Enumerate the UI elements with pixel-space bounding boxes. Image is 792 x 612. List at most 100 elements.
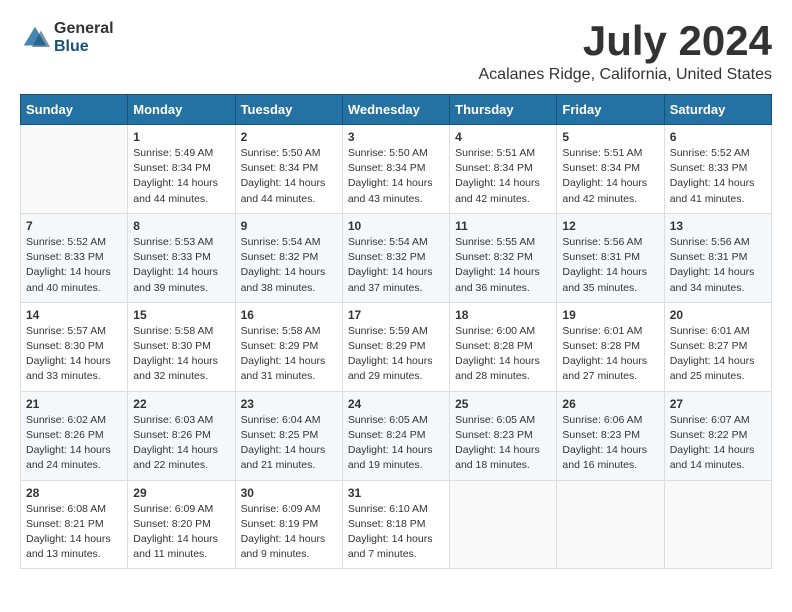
day-info: Sunrise: 5:52 AMSunset: 8:33 PMDaylight:… xyxy=(670,146,766,207)
calendar-cell: 1 Sunrise: 5:49 AMSunset: 8:34 PMDayligh… xyxy=(128,125,235,214)
day-number: 8 xyxy=(133,219,229,233)
calendar-table: SundayMondayTuesdayWednesdayThursdayFrid… xyxy=(20,94,772,569)
calendar-cell: 23 Sunrise: 6:04 AMSunset: 8:25 PMDaylig… xyxy=(235,391,342,480)
day-number: 22 xyxy=(133,397,229,411)
day-info: Sunrise: 6:10 AMSunset: 8:18 PMDaylight:… xyxy=(348,502,444,563)
day-number: 14 xyxy=(26,308,122,322)
day-info: Sunrise: 6:05 AMSunset: 8:23 PMDaylight:… xyxy=(455,413,551,474)
calendar-cell: 5 Sunrise: 5:51 AMSunset: 8:34 PMDayligh… xyxy=(557,125,664,214)
logo-blue: Blue xyxy=(54,38,114,56)
logo-icon xyxy=(20,23,50,53)
day-info: Sunrise: 5:57 AMSunset: 8:30 PMDaylight:… xyxy=(26,324,122,385)
day-info: Sunrise: 5:54 AMSunset: 8:32 PMDaylight:… xyxy=(241,235,337,296)
day-number: 21 xyxy=(26,397,122,411)
day-number: 17 xyxy=(348,308,444,322)
day-number: 20 xyxy=(670,308,766,322)
calendar-cell: 19 Sunrise: 6:01 AMSunset: 8:28 PMDaylig… xyxy=(557,302,664,391)
day-number: 13 xyxy=(670,219,766,233)
calendar-cell: 16 Sunrise: 5:58 AMSunset: 8:29 PMDaylig… xyxy=(235,302,342,391)
calendar-cell: 24 Sunrise: 6:05 AMSunset: 8:24 PMDaylig… xyxy=(342,391,449,480)
day-number: 29 xyxy=(133,486,229,500)
calendar-cell: 2 Sunrise: 5:50 AMSunset: 8:34 PMDayligh… xyxy=(235,125,342,214)
calendar-week-row: 1 Sunrise: 5:49 AMSunset: 8:34 PMDayligh… xyxy=(21,125,772,214)
day-info: Sunrise: 5:52 AMSunset: 8:33 PMDaylight:… xyxy=(26,235,122,296)
day-info: Sunrise: 5:50 AMSunset: 8:34 PMDaylight:… xyxy=(348,146,444,207)
day-number: 3 xyxy=(348,130,444,144)
day-number: 9 xyxy=(241,219,337,233)
day-number: 15 xyxy=(133,308,229,322)
day-info: Sunrise: 6:03 AMSunset: 8:26 PMDaylight:… xyxy=(133,413,229,474)
calendar-week-row: 14 Sunrise: 5:57 AMSunset: 8:30 PMDaylig… xyxy=(21,302,772,391)
day-number: 7 xyxy=(26,219,122,233)
calendar-cell: 14 Sunrise: 5:57 AMSunset: 8:30 PMDaylig… xyxy=(21,302,128,391)
day-number: 27 xyxy=(670,397,766,411)
calendar-cell: 3 Sunrise: 5:50 AMSunset: 8:34 PMDayligh… xyxy=(342,125,449,214)
day-info: Sunrise: 5:53 AMSunset: 8:33 PMDaylight:… xyxy=(133,235,229,296)
calendar-cell: 27 Sunrise: 6:07 AMSunset: 8:22 PMDaylig… xyxy=(664,391,771,480)
calendar-cell: 12 Sunrise: 5:56 AMSunset: 8:31 PMDaylig… xyxy=(557,213,664,302)
calendar-cell: 31 Sunrise: 6:10 AMSunset: 8:18 PMDaylig… xyxy=(342,480,449,569)
day-info: Sunrise: 6:08 AMSunset: 8:21 PMDaylight:… xyxy=(26,502,122,563)
page-header: General Blue July 2024 Acalanes Ridge, C… xyxy=(20,20,772,84)
calendar-cell: 18 Sunrise: 6:00 AMSunset: 8:28 PMDaylig… xyxy=(450,302,557,391)
day-info: Sunrise: 5:56 AMSunset: 8:31 PMDaylight:… xyxy=(562,235,658,296)
calendar-cell xyxy=(664,480,771,569)
day-number: 18 xyxy=(455,308,551,322)
calendar-cell: 13 Sunrise: 5:56 AMSunset: 8:31 PMDaylig… xyxy=(664,213,771,302)
day-info: Sunrise: 5:56 AMSunset: 8:31 PMDaylight:… xyxy=(670,235,766,296)
day-info: Sunrise: 6:09 AMSunset: 8:19 PMDaylight:… xyxy=(241,502,337,563)
day-number: 5 xyxy=(562,130,658,144)
day-number: 30 xyxy=(241,486,337,500)
calendar-cell: 7 Sunrise: 5:52 AMSunset: 8:33 PMDayligh… xyxy=(21,213,128,302)
day-number: 1 xyxy=(133,130,229,144)
day-header-thursday: Thursday xyxy=(450,95,557,125)
day-info: Sunrise: 6:07 AMSunset: 8:22 PMDaylight:… xyxy=(670,413,766,474)
day-info: Sunrise: 6:01 AMSunset: 8:28 PMDaylight:… xyxy=(562,324,658,385)
calendar-week-row: 21 Sunrise: 6:02 AMSunset: 8:26 PMDaylig… xyxy=(21,391,772,480)
day-info: Sunrise: 5:51 AMSunset: 8:34 PMDaylight:… xyxy=(562,146,658,207)
calendar-cell xyxy=(450,480,557,569)
day-info: Sunrise: 5:58 AMSunset: 8:29 PMDaylight:… xyxy=(241,324,337,385)
calendar-cell: 11 Sunrise: 5:55 AMSunset: 8:32 PMDaylig… xyxy=(450,213,557,302)
day-number: 26 xyxy=(562,397,658,411)
calendar-week-row: 7 Sunrise: 5:52 AMSunset: 8:33 PMDayligh… xyxy=(21,213,772,302)
day-info: Sunrise: 6:06 AMSunset: 8:23 PMDaylight:… xyxy=(562,413,658,474)
location: Acalanes Ridge, California, United State… xyxy=(479,66,773,84)
day-header-monday: Monday xyxy=(128,95,235,125)
day-number: 16 xyxy=(241,308,337,322)
day-number: 11 xyxy=(455,219,551,233)
title-block: July 2024 Acalanes Ridge, California, Un… xyxy=(479,20,773,84)
calendar-cell: 25 Sunrise: 6:05 AMSunset: 8:23 PMDaylig… xyxy=(450,391,557,480)
day-info: Sunrise: 5:49 AMSunset: 8:34 PMDaylight:… xyxy=(133,146,229,207)
day-info: Sunrise: 6:05 AMSunset: 8:24 PMDaylight:… xyxy=(348,413,444,474)
calendar-cell: 28 Sunrise: 6:08 AMSunset: 8:21 PMDaylig… xyxy=(21,480,128,569)
calendar-cell: 22 Sunrise: 6:03 AMSunset: 8:26 PMDaylig… xyxy=(128,391,235,480)
calendar-cell: 8 Sunrise: 5:53 AMSunset: 8:33 PMDayligh… xyxy=(128,213,235,302)
day-info: Sunrise: 6:04 AMSunset: 8:25 PMDaylight:… xyxy=(241,413,337,474)
calendar-header-row: SundayMondayTuesdayWednesdayThursdayFrid… xyxy=(21,95,772,125)
day-info: Sunrise: 6:00 AMSunset: 8:28 PMDaylight:… xyxy=(455,324,551,385)
calendar-cell xyxy=(557,480,664,569)
month-title: July 2024 xyxy=(479,20,773,62)
day-info: Sunrise: 6:01 AMSunset: 8:27 PMDaylight:… xyxy=(670,324,766,385)
calendar-cell xyxy=(21,125,128,214)
calendar-cell: 9 Sunrise: 5:54 AMSunset: 8:32 PMDayligh… xyxy=(235,213,342,302)
day-info: Sunrise: 5:59 AMSunset: 8:29 PMDaylight:… xyxy=(348,324,444,385)
day-number: 4 xyxy=(455,130,551,144)
day-info: Sunrise: 5:54 AMSunset: 8:32 PMDaylight:… xyxy=(348,235,444,296)
day-number: 23 xyxy=(241,397,337,411)
day-info: Sunrise: 6:02 AMSunset: 8:26 PMDaylight:… xyxy=(26,413,122,474)
day-info: Sunrise: 5:51 AMSunset: 8:34 PMDaylight:… xyxy=(455,146,551,207)
day-number: 19 xyxy=(562,308,658,322)
day-header-sunday: Sunday xyxy=(21,95,128,125)
day-number: 10 xyxy=(348,219,444,233)
day-number: 2 xyxy=(241,130,337,144)
day-number: 28 xyxy=(26,486,122,500)
calendar-cell: 6 Sunrise: 5:52 AMSunset: 8:33 PMDayligh… xyxy=(664,125,771,214)
day-number: 24 xyxy=(348,397,444,411)
day-number: 25 xyxy=(455,397,551,411)
day-number: 31 xyxy=(348,486,444,500)
day-header-wednesday: Wednesday xyxy=(342,95,449,125)
calendar-cell: 10 Sunrise: 5:54 AMSunset: 8:32 PMDaylig… xyxy=(342,213,449,302)
calendar-cell: 15 Sunrise: 5:58 AMSunset: 8:30 PMDaylig… xyxy=(128,302,235,391)
